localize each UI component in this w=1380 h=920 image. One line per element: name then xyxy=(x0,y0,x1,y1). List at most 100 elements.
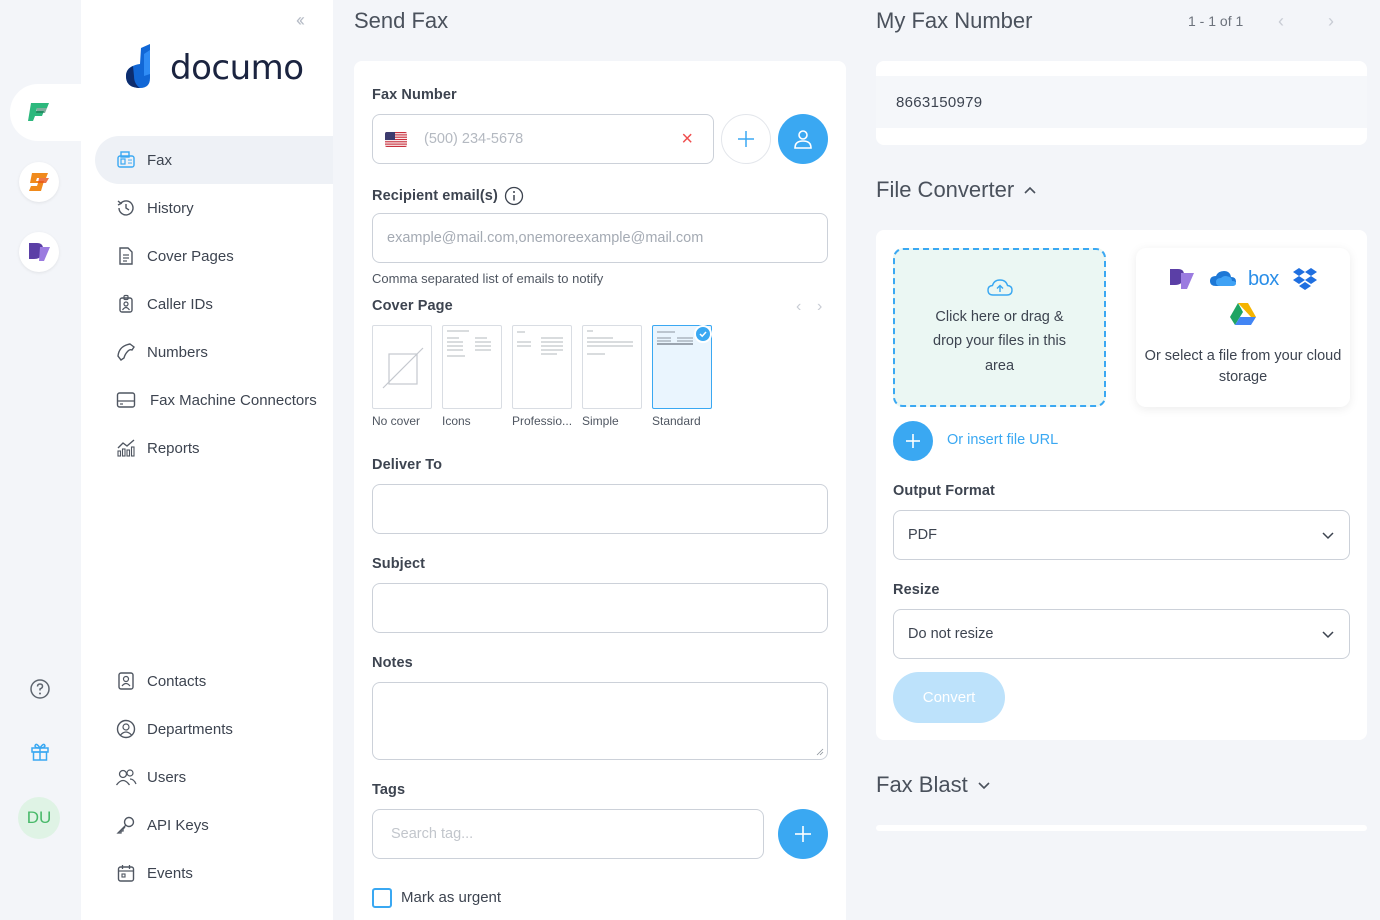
fax-number-label: Fax Number xyxy=(372,87,457,103)
file-converter-title: File Converter xyxy=(876,177,1015,202)
nav-history[interactable]: History xyxy=(115,196,194,220)
box-icon[interactable]: box xyxy=(1248,268,1279,291)
cover-option-no-cover[interactable] xyxy=(372,325,432,409)
nav-label: Departments xyxy=(147,720,233,738)
nav-fax-machine-connectors[interactable]: Fax Machine Connectors xyxy=(115,388,317,412)
plus-icon xyxy=(738,131,754,147)
chevron-down-icon xyxy=(1322,532,1334,540)
info-icon[interactable] xyxy=(504,186,524,206)
notes-label: Notes xyxy=(372,655,413,671)
pager-text: 1 - 1 of 1 xyxy=(1188,13,1244,29)
recipient-placeholder: example@mail.com,onemoreexample@mail.com xyxy=(387,230,704,246)
nav-contacts[interactable]: Contacts xyxy=(115,669,206,693)
chevron-down-icon xyxy=(978,782,990,790)
resize-grip-icon[interactable] xyxy=(816,748,824,756)
us-flag-icon[interactable] xyxy=(385,131,407,147)
nav-label: Fax xyxy=(147,151,173,169)
fax-blast-header[interactable]: Fax Blast xyxy=(876,772,992,798)
nav-events[interactable]: Events xyxy=(115,861,193,885)
onedrive-icon[interactable] xyxy=(1208,269,1238,294)
cover-page-label: Cover Page xyxy=(372,298,453,314)
my-fax-number-title: My Fax Number xyxy=(876,8,1033,33)
fax-number-value: 8663150979 xyxy=(896,94,983,111)
nav-label: Events xyxy=(147,864,193,882)
tags-search-input[interactable]: Search tag... xyxy=(372,809,764,859)
cloud-storage-text: Or select a file from your cloud storage xyxy=(1144,348,1342,385)
nav-fax[interactable]: Fax xyxy=(115,148,172,172)
no-cover-icon xyxy=(382,347,424,389)
cover-option-simple[interactable] xyxy=(582,325,642,409)
nav-label: Users xyxy=(147,768,187,786)
output-format-value: PDF xyxy=(908,527,937,543)
cover-caption: No cover xyxy=(372,414,421,428)
chevron-up-icon xyxy=(1024,186,1036,194)
sign-app-icon[interactable] xyxy=(19,162,59,202)
cover-preview xyxy=(517,331,563,355)
events-icon xyxy=(115,862,137,884)
contacts-icon xyxy=(115,670,137,692)
users-icon xyxy=(115,766,137,788)
fax-number-field[interactable]: (500) 234-5678 × xyxy=(372,114,714,164)
fax-blast-card xyxy=(876,825,1367,831)
google-drive-icon[interactable] xyxy=(1229,301,1257,330)
nav-caller-ids[interactable]: Caller IDs xyxy=(115,292,213,316)
pager-next-icon[interactable]: › xyxy=(1328,11,1334,32)
collapse-sidebar-icon[interactable]: ‹‹ xyxy=(296,10,305,31)
nav-numbers[interactable]: Numbers xyxy=(115,340,208,364)
recipient-email-input[interactable]: example@mail.com,onemoreexample@mail.com xyxy=(372,213,828,263)
file-dropzone[interactable]: Click here or drag & drop your files in … xyxy=(893,248,1106,407)
select-contact-button[interactable] xyxy=(778,114,828,164)
output-format-label: Output Format xyxy=(893,483,995,499)
send-fax-title: Send Fax xyxy=(354,8,449,33)
nav-departments[interactable]: Departments xyxy=(115,717,233,741)
fax-blast-title: Fax Blast xyxy=(876,772,968,797)
deliver-to-label: Deliver To xyxy=(372,457,443,473)
notes-textarea[interactable] xyxy=(372,682,828,760)
cover-preview xyxy=(587,330,633,355)
brand-name: documo xyxy=(170,48,304,88)
cover-option-icons[interactable] xyxy=(442,325,502,409)
nav-label: API Keys xyxy=(147,816,209,834)
selected-check-icon xyxy=(694,325,712,343)
gift-icon[interactable] xyxy=(29,740,51,767)
user-avatar[interactable]: DU xyxy=(18,797,60,839)
add-number-button[interactable] xyxy=(721,114,771,164)
convert-button[interactable]: Convert xyxy=(893,672,1005,723)
output-format-select[interactable]: PDF xyxy=(893,510,1350,560)
help-icon[interactable] xyxy=(29,678,51,705)
add-tag-button[interactable] xyxy=(778,809,828,859)
urgent-checkbox[interactable] xyxy=(372,888,392,908)
subject-input[interactable] xyxy=(372,583,828,633)
nav-users[interactable]: Users xyxy=(115,765,186,789)
fax-app-icon[interactable] xyxy=(20,92,60,132)
nav-label: Reports xyxy=(147,439,200,457)
cover-caption: Professio... xyxy=(512,414,573,428)
pager-prev-icon[interactable]: ‹ xyxy=(1278,11,1284,32)
nav-label: Contacts xyxy=(147,672,207,690)
fax-number-input[interactable]: (500) 234-5678 xyxy=(424,131,681,147)
plus-icon xyxy=(906,434,920,448)
insert-url-link[interactable]: Or insert file URL xyxy=(947,432,1058,448)
reports-icon xyxy=(115,437,137,459)
deliver-to-input[interactable] xyxy=(372,484,828,534)
nav-api-keys[interactable]: API Keys xyxy=(115,813,209,837)
cover-prev-icon[interactable]: ‹ xyxy=(796,298,801,316)
nav-label: History xyxy=(147,199,194,217)
resize-select[interactable]: Do not resize xyxy=(893,609,1350,659)
file-converter-header[interactable]: File Converter xyxy=(876,177,1038,203)
recipient-label: Recipient email(s) xyxy=(372,188,498,204)
cover-next-icon[interactable]: › xyxy=(817,298,822,316)
documo-docs-icon[interactable] xyxy=(1168,267,1196,296)
insert-url-button[interactable] xyxy=(893,421,933,461)
key-icon xyxy=(115,814,137,836)
departments-icon xyxy=(115,718,137,740)
clear-icon[interactable]: × xyxy=(681,128,693,151)
nav-reports[interactable]: Reports xyxy=(115,436,200,460)
dropbox-icon[interactable] xyxy=(1291,266,1319,297)
cover-option-professional[interactable] xyxy=(512,325,572,409)
nav-cover-pages[interactable]: Cover Pages xyxy=(115,244,234,268)
documo-logo: documo xyxy=(124,44,304,92)
docs-app-icon[interactable] xyxy=(19,232,59,272)
recipient-label-row: Recipient email(s) xyxy=(372,186,524,206)
plus-icon xyxy=(795,826,811,842)
